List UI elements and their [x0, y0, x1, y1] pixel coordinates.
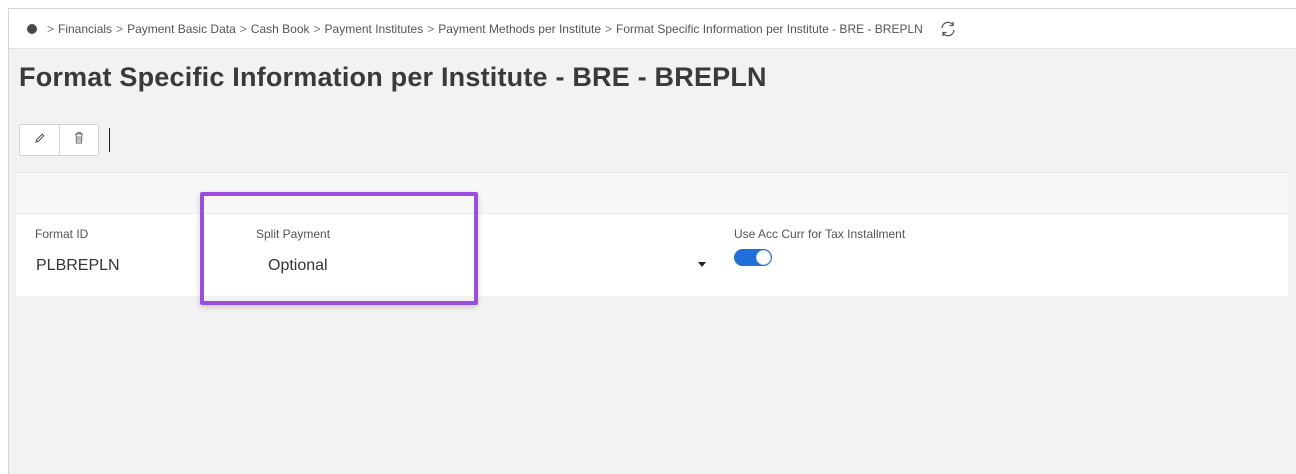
home-icon[interactable]: [27, 23, 37, 34]
toolbar-button-group: [19, 124, 99, 156]
breadcrumb-item-payment-basic-data[interactable]: Payment Basic Data: [127, 22, 236, 36]
use-acc-curr-label: Use Acc Curr for Tax Installment: [734, 227, 906, 241]
format-id-label: Format ID: [35, 227, 89, 241]
breadcrumb-separator: >: [427, 21, 435, 36]
card-header: [16, 173, 1288, 214]
refresh-icon[interactable]: [939, 21, 957, 37]
format-id-value: PLBREPLN: [36, 257, 120, 274]
split-payment-value[interactable]: Optional: [268, 257, 328, 275]
delete-button[interactable]: [59, 125, 98, 155]
breadcrumb-separator: >: [605, 21, 613, 36]
pencil-icon: [34, 131, 46, 149]
trash-icon: [73, 131, 85, 149]
breadcrumb-separator: >: [47, 21, 55, 36]
breadcrumb-item-financials[interactable]: Financials: [58, 22, 112, 36]
edit-button[interactable]: [20, 125, 59, 155]
use-acc-curr-toggle[interactable]: [734, 249, 772, 266]
chevron-down-icon[interactable]: [698, 262, 706, 267]
page-title: Format Specific Information per Institut…: [19, 62, 767, 92]
breadcrumb-separator: >: [239, 21, 247, 36]
breadcrumb-item-payment-methods[interactable]: Payment Methods per Institute: [438, 22, 601, 36]
breadcrumb-separator: >: [313, 21, 321, 36]
toggle-knob: [756, 250, 771, 265]
detail-card: Format ID PLBREPLN Split Payment Optiona…: [16, 172, 1288, 296]
toolbar: [19, 122, 110, 158]
breadcrumb-item-payment-institutes[interactable]: Payment Institutes: [325, 22, 424, 36]
breadcrumb: > Financials > Payment Basic Data > Cash…: [9, 9, 1296, 49]
breadcrumb-separator: >: [116, 21, 124, 36]
breadcrumb-item-cash-book[interactable]: Cash Book: [251, 22, 310, 36]
breadcrumb-item-current: Format Specific Information per Institut…: [616, 21, 923, 36]
text-cursor: [109, 128, 110, 152]
split-payment-label: Split Payment: [256, 227, 331, 241]
